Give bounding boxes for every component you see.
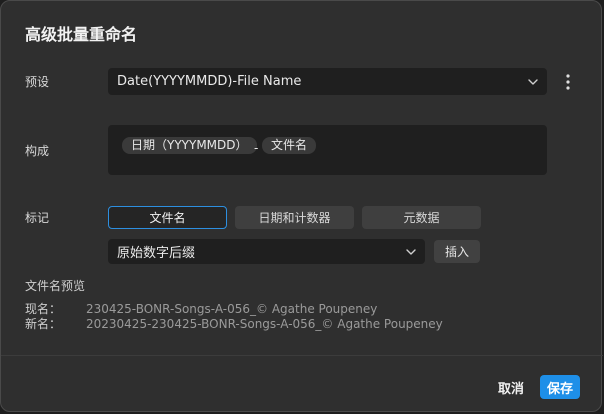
tag-option-select[interactable]: 原始数字后缀 [108, 239, 425, 264]
cancel-button[interactable]: 取消 [494, 375, 528, 399]
footer-divider [1, 355, 603, 356]
tab-filename[interactable]: 文件名 [108, 206, 227, 229]
current-name-value: 230425-BONR-Songs-A-056_© Agathe Poupene… [86, 302, 378, 316]
token-date[interactable]: 日期（YYYYMMDD） [122, 137, 257, 154]
token-separator: - [254, 141, 259, 155]
current-name-label: 现名： [25, 302, 62, 316]
tag-option-value: 原始数字后缀 [117, 246, 196, 261]
preset-select[interactable]: Date(YYYYMMDD)-File Name [108, 68, 547, 95]
composition-label: 构成 [25, 144, 50, 158]
chevron-down-icon [406, 248, 416, 255]
preview-heading: 文件名预览 [25, 279, 86, 293]
tab-date-counter[interactable]: 日期和计数器 [235, 206, 354, 229]
new-name-label: 新名： [25, 317, 62, 331]
tab-metadata[interactable]: 元数据 [362, 206, 481, 229]
new-name-value: 20230425-230425-BONR-Songs-A-056_© Agath… [86, 317, 443, 331]
dialog-title: 高级批量重命名 [25, 25, 138, 44]
tags-label: 标记 [25, 211, 50, 225]
composition-box[interactable]: 日期（YYYYMMDD） - 文件名 [108, 125, 547, 175]
batch-rename-dialog: 高级批量重命名 预设 Date(YYYYMMDD)-File Name 构成 日… [0, 0, 603, 412]
more-vertical-icon[interactable] [561, 73, 575, 91]
preset-label: 预设 [25, 75, 50, 89]
preset-value: Date(YYYYMMDD)-File Name [117, 74, 302, 89]
token-filename[interactable]: 文件名 [262, 137, 317, 154]
save-button[interactable]: 保存 [540, 375, 580, 399]
chevron-down-icon [528, 78, 538, 85]
insert-button[interactable]: 插入 [434, 240, 480, 263]
